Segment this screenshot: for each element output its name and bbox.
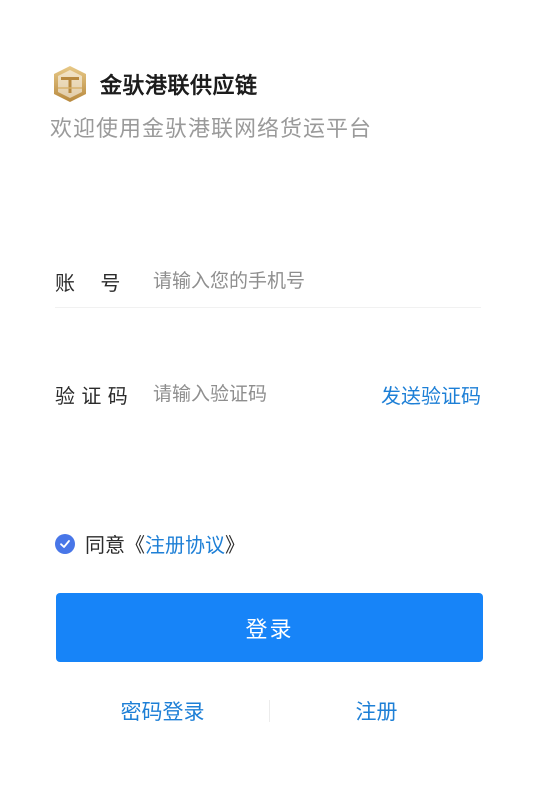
welcome-text: 欢迎使用金驮港联网络货运平台 xyxy=(50,117,373,142)
account-label: 账 号 xyxy=(55,270,121,295)
account-row: 账 号 xyxy=(55,256,481,306)
phone-input[interactable] xyxy=(153,270,481,292)
register-link[interactable]: 注册 xyxy=(270,696,483,726)
check-icon xyxy=(60,539,70,548)
password-login-link[interactable]: 密码登录 xyxy=(56,696,269,726)
agree-checkbox[interactable] xyxy=(55,533,75,554)
agree-suffix: 》 xyxy=(225,533,245,557)
agreement-link[interactable]: 注册协议 xyxy=(145,529,225,558)
agreement-row: 同意《 注册协议 》 xyxy=(55,529,245,558)
send-code-button[interactable]: 发送验证码 xyxy=(381,380,481,409)
header: 金驮港联供应链 xyxy=(50,64,258,104)
login-button[interactable]: 登录 xyxy=(56,593,483,662)
agree-prefix: 同意《 xyxy=(85,533,145,557)
code-row: 验 证 码 发送验证码 xyxy=(55,369,481,419)
code-label: 验 证 码 xyxy=(55,383,128,408)
bottom-links: 密码登录 注册 xyxy=(56,690,483,732)
verification-code-input[interactable] xyxy=(153,383,381,405)
app-name: 金驮港联供应链 xyxy=(100,74,258,99)
app-logo-icon xyxy=(54,66,86,102)
account-divider xyxy=(55,307,481,308)
